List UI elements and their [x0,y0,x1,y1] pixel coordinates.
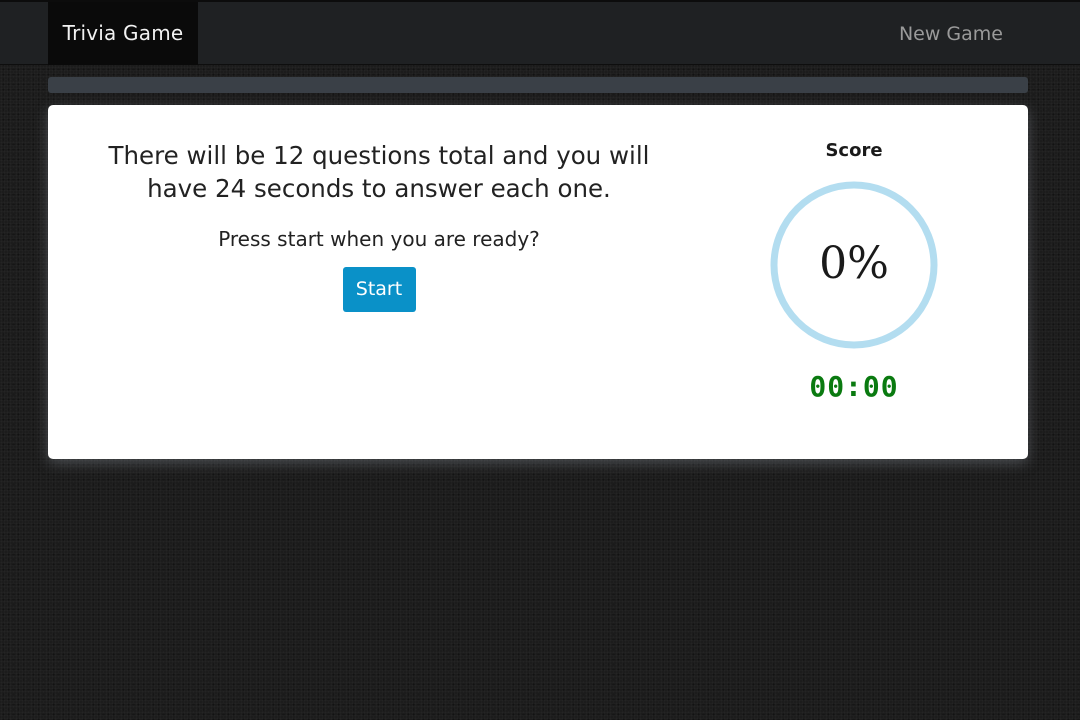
progress-bar [48,77,1028,93]
brand-title[interactable]: Trivia Game [48,2,198,65]
start-button[interactable]: Start [342,267,416,312]
game-card: There will be 12 questions total and you… [48,105,1028,459]
score-ring: 0% [769,180,939,350]
score-panel: Score 0% 00:00 [754,139,954,403]
intro-instructions: There will be 12 questions total and you… [108,141,650,203]
score-label: Score [825,140,883,161]
score-value: 0% [819,238,889,289]
intro-panel: There will be 12 questions total and you… [88,139,670,312]
navbar: Trivia Game New Game [0,0,1080,65]
new-game-link[interactable]: New Game [899,2,1003,65]
countdown-timer: 00:00 [809,370,899,403]
intro-prompt: Press start when you are ready? [218,227,540,251]
